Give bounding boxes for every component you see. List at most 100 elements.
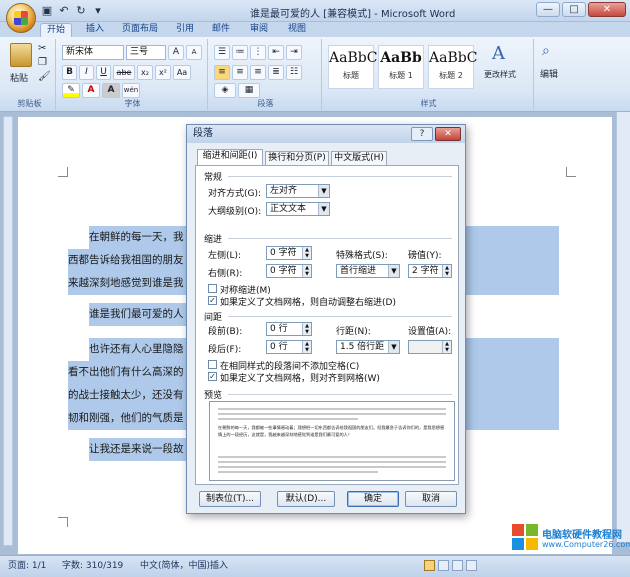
print-layout-icon[interactable] (424, 560, 435, 571)
snap-to-grid-checkbox[interactable]: ✓ (208, 372, 217, 381)
help-button[interactable]: ? (411, 127, 433, 141)
change-styles-icon[interactable]: A (492, 43, 505, 64)
character-shading-button[interactable]: A (102, 83, 120, 98)
editing-label[interactable]: 编辑 (540, 67, 558, 80)
increase-indent-icon[interactable]: ⇥ (286, 45, 302, 60)
spinner-arrows-icon: ▲ ▼ (442, 341, 451, 353)
web-layout-icon[interactable] (452, 560, 463, 571)
tab-insert[interactable]: 插入 (80, 23, 110, 37)
tab-review[interactable]: 审阅 (244, 23, 274, 37)
italic-button[interactable]: I (79, 65, 94, 80)
customize-qat-icon[interactable]: ▾ (91, 4, 105, 18)
redo-icon[interactable]: ↻ (74, 4, 88, 18)
left-indent-spinner[interactable]: 0 字符 ▲ ▼ (266, 246, 312, 260)
find-icon[interactable]: ⌕ (542, 43, 550, 59)
line-spacing-select[interactable]: 1.5 倍行距 ▼ (336, 340, 400, 354)
word-count[interactable]: 字数: 310/319 (62, 556, 123, 576)
align-left-icon[interactable]: ≡ (214, 65, 230, 80)
ribbon-tabs: 开始 插入 页面布局 引用 邮件 审阅 视图 (0, 22, 630, 37)
mirror-indents-checkbox[interactable] (208, 284, 217, 293)
grow-font-button[interactable]: A (168, 45, 184, 60)
space-after-spinner[interactable]: 0 行 ▲ ▼ (266, 340, 312, 354)
indent-by-spinner[interactable]: 2 字符 ▲ ▼ (408, 264, 452, 278)
auto-right-indent-checkbox[interactable]: ✓ (208, 296, 217, 305)
document-line: 让我还是来说一段故 (89, 438, 189, 461)
general-heading: 常规 (204, 173, 223, 183)
special-indent-select[interactable]: 首行缩进 ▼ (336, 264, 400, 278)
save-icon[interactable]: ▣ (40, 4, 54, 18)
numbering-icon[interactable]: ≔ (232, 45, 248, 60)
change-case-button[interactable]: Aa (173, 65, 191, 80)
phonetic-guide-button[interactable]: wén (122, 83, 140, 98)
office-button[interactable] (6, 3, 36, 33)
underline-button[interactable]: U (96, 65, 111, 80)
tab-home[interactable]: 开始 (40, 23, 73, 37)
tab-references[interactable]: 引用 (170, 23, 200, 37)
snap-to-grid-label: 如果定义了文档网格，则对齐到网格(W) (220, 374, 380, 384)
styles-group-label: 样式 (420, 99, 437, 108)
vertical-ruler (3, 116, 13, 546)
justify-icon[interactable]: ≣ (268, 65, 284, 80)
distributed-icon[interactable]: ☷ (286, 65, 302, 80)
decrease-indent-icon[interactable]: ⇤ (268, 45, 284, 60)
right-indent-spinner[interactable]: 0 字符 ▲ ▼ (266, 264, 312, 278)
tab-indents-spacing[interactable]: 缩进和间距(I) (197, 149, 263, 166)
tab-page-layout[interactable]: 页面布局 (116, 23, 164, 37)
tabs-button[interactable]: 制表位(T)... (199, 491, 261, 507)
no-space-same-style-checkbox[interactable] (208, 360, 217, 369)
tab-asian-typography[interactable]: 中文版式(H) (331, 151, 387, 166)
paste-icon[interactable] (10, 43, 32, 67)
copy-icon[interactable]: ❐ (38, 57, 47, 68)
paragraph-group-label: 段落 (257, 99, 274, 108)
outline-level-select[interactable]: 正文文本 ▼ (266, 202, 330, 216)
paragraph-dialog: 段落 ? ✕ 缩进和间距(I) 换行和分页(P) 中文版式(H) 常规 对齐方式… (186, 124, 466, 514)
ok-button[interactable]: 确定 (347, 491, 399, 507)
undo-icon[interactable]: ↶ (57, 4, 71, 18)
font-color-button[interactable]: A (82, 83, 100, 98)
tab-view[interactable]: 视图 (282, 23, 312, 37)
format-painter-icon[interactable]: 🖌 (38, 71, 51, 82)
minimize-button[interactable]: — (536, 2, 560, 17)
spacing-at-spinner[interactable]: ▲ ▼ (408, 340, 452, 354)
borders-icon[interactable]: ▦ (238, 83, 260, 98)
strikethrough-button[interactable]: abe (113, 65, 135, 80)
style-heading2[interactable]: AaBbC 标题 2 (428, 45, 477, 89)
style-heading1[interactable]: AaBb 标题 1 (378, 45, 424, 89)
outline-view-icon[interactable] (466, 560, 477, 571)
spacing-heading: 间距 (204, 313, 223, 323)
language-indicator[interactable]: 中文(简体，中国) (140, 556, 210, 576)
change-styles-label[interactable]: 更改样式 (484, 69, 516, 80)
tab-line-page-breaks[interactable]: 换行和分页(P) (265, 151, 329, 166)
right-indent-label: 右侧(R): (208, 269, 243, 279)
highlight-button[interactable]: ✎ (62, 83, 80, 98)
superscript-button[interactable]: x² (155, 65, 171, 80)
align-right-icon[interactable]: ≡ (250, 65, 266, 80)
subscript-button[interactable]: x₂ (137, 65, 153, 80)
font-name-select[interactable]: 新宋体 (62, 45, 124, 60)
bullets-icon[interactable]: ☰ (214, 45, 230, 60)
insert-mode[interactable]: 插入 (210, 556, 228, 576)
style-title-sample: AaBbC (329, 50, 378, 66)
style-title[interactable]: AaBbC 标题 (328, 45, 378, 89)
left-indent-label: 左侧(L): (208, 251, 242, 261)
vertical-scrollbar[interactable] (616, 112, 630, 542)
cut-icon[interactable]: ✂ (38, 43, 46, 54)
multilevel-list-icon[interactable]: ⋮ (250, 45, 266, 60)
preview-line (218, 418, 358, 420)
bold-button[interactable]: B (62, 65, 77, 80)
font-size-select[interactable]: 三号 (126, 45, 166, 60)
dialog-close-button[interactable]: ✕ (435, 127, 461, 141)
space-before-spinner[interactable]: 0 行 ▲ ▼ (266, 322, 312, 336)
preview-heading: 预览 (204, 391, 223, 401)
cancel-button[interactable]: 取消 (405, 491, 457, 507)
page-count[interactable]: 页面: 1/1 (8, 556, 46, 576)
tab-mailings[interactable]: 邮件 (206, 23, 236, 37)
maximize-button[interactable]: □ (562, 2, 586, 17)
close-button[interactable]: ✕ (588, 2, 626, 17)
shading-icon[interactable]: ◈ (214, 83, 236, 98)
set-default-button[interactable]: 默认(D)... (277, 491, 335, 507)
align-center-icon[interactable]: ≡ (232, 65, 248, 80)
shrink-font-button[interactable]: A (186, 45, 202, 60)
full-screen-icon[interactable] (438, 560, 449, 571)
alignment-select[interactable]: 左对齐 ▼ (266, 184, 330, 198)
